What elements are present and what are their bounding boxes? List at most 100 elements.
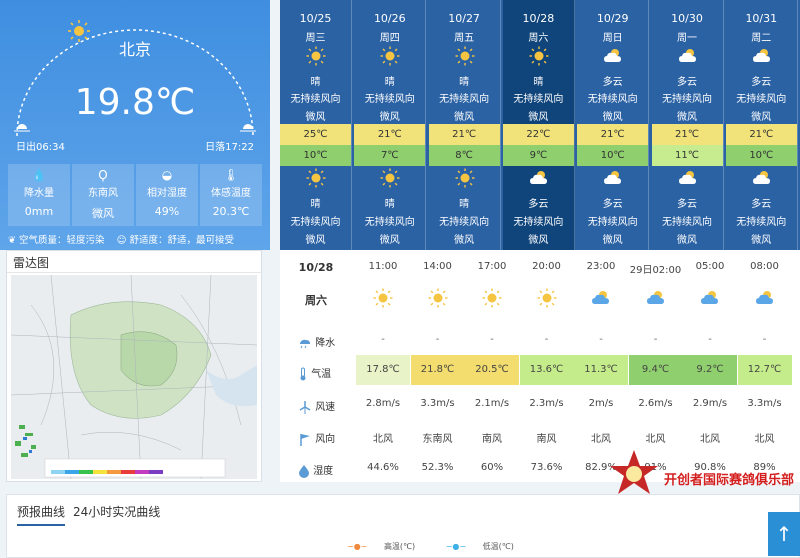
tab-forecast-curve[interactable]: 预报曲线	[17, 503, 66, 526]
forecast-day-6[interactable]: 10/31 周二 多云 无持续风向 微风 21℃ 10℃ 多云 无持续风向 微风	[725, 0, 798, 250]
day-wind: 无持续风向	[439, 94, 490, 105]
day-wind-level: 微风	[379, 112, 400, 123]
radar-map[interactable]	[11, 275, 257, 479]
wind-dir-label: 风向	[280, 430, 352, 446]
forecast-day-1[interactable]: 10/26 周四 晴 无持续风向 微风 21℃ 7℃ 晴 无持续风向 微风	[354, 0, 427, 250]
day-wind-level: 微风	[528, 112, 549, 123]
radar-title: 雷达图	[7, 251, 261, 273]
night-wind: 无持续风向	[439, 217, 490, 228]
high-temp: 22℃	[502, 124, 574, 145]
humidity-drop-icon	[299, 465, 309, 478]
cloudy-icon	[529, 171, 547, 184]
hourly-wind-speed: 2.6m/s	[638, 398, 673, 409]
club-watermark: 开创者国际赛鸽俱乐部	[664, 473, 795, 488]
hourly-precip: -	[435, 334, 440, 345]
precip-label-text: 降水	[315, 338, 336, 349]
forecast-day-3[interactable]: 10/28 周六 晴 无持续风向 微风 22℃ 9℃ 多云 无持续风向 微风	[502, 0, 575, 250]
day-wind: 无持续风向	[662, 94, 712, 105]
tab-24h-curve[interactable]: 24小时实况曲线	[73, 503, 160, 524]
stat-label: 东南风	[88, 188, 118, 199]
hourly-precip: -	[544, 334, 549, 345]
hourly-time: 14:00	[423, 261, 452, 272]
hourly-time: 20:00	[532, 261, 561, 272]
seven-day-forecast: 10/25 周三 晴 无持续风向 微风 25℃ 10℃ 晴 无持续风向 微风 1…	[280, 0, 800, 250]
day-weather: 晴	[310, 77, 321, 88]
hourly-temp: 9.4℃	[628, 355, 683, 385]
temp-label: 气温	[280, 365, 352, 381]
high-temp: 25℃	[280, 124, 351, 145]
wind-vane-icon: Ϙ	[98, 168, 108, 182]
humidity-label-text: 湿度	[313, 466, 334, 477]
legend-high-text: 高温(℃)	[383, 542, 416, 551]
forecast-day-2[interactable]: 10/27 周五 晴 无持续风向 微风 21℃ 8℃ 晴 无持续风向 微风	[428, 0, 501, 250]
comfort-level: 舒适度：舒适，最可接受	[129, 235, 235, 246]
wind-turbine-icon	[299, 401, 311, 414]
low-temp: 11℃	[651, 145, 723, 166]
hourly-wind-speed: 2.3m/s	[529, 398, 564, 409]
night-weather: 多云	[528, 199, 549, 210]
night-wind: 无持续风向	[587, 217, 638, 228]
hourly-time: 23:00	[586, 261, 616, 272]
forecast-day-4[interactable]: 10/29 周日 多云 无持续风向 微风 21℃ 10℃ 多云 无持续风向 微风	[577, 0, 650, 250]
back-to-top-button[interactable]: ↑	[768, 512, 800, 556]
stat-humidity: ◒ 相对湿度 49%	[136, 164, 198, 226]
forecast-date: 10/26	[373, 12, 406, 25]
hourly-wind-speed: 2.9m/s	[692, 398, 728, 409]
night-wind: 无持续风向	[513, 217, 564, 228]
night-weather: 多云	[751, 199, 772, 210]
precip-icon	[300, 339, 310, 349]
air-comfort-row: ❦ 空气质量：轻度污染 ☺ 舒适度：舒适，最可接受	[8, 232, 268, 246]
wind-flag-icon	[300, 434, 310, 446]
hourly-wind-dir: 东南风	[422, 434, 453, 445]
hourly-wind-dir: 南风	[482, 434, 502, 445]
hourly-wind-dir: 北风	[700, 434, 720, 445]
hourly-temp: 9.2℃	[683, 355, 737, 385]
hourly-column-2: 17:00 - 20.5℃ 2.1m/s 南风 60%	[465, 250, 519, 482]
thermometer-icon	[300, 367, 306, 381]
forecast-date: 10/29	[596, 12, 629, 25]
hourly-precip: -	[490, 334, 494, 345]
night-wind-level: 微风	[677, 235, 697, 246]
forecast-day-5[interactable]: 10/30 周一 多云 无持续风向 微风 21℃ 11℃ 多云 无持续风向 微风	[651, 0, 724, 250]
day-wind: 无持续风向	[736, 94, 787, 105]
sunny-icon	[373, 288, 393, 308]
cloudy-icon	[752, 49, 770, 62]
night-wind: 无持续风向	[736, 217, 787, 228]
current-stats: 💧 降水量 0mm Ϙ 东南风 微风 ◒ 相对湿度 49% 🌡 体感温度 20.…	[8, 164, 262, 226]
hourly-temp: 13.6℃	[519, 355, 574, 385]
sunset-time: 日落17:22	[205, 142, 254, 153]
night-wind: 无持续风向	[364, 217, 415, 228]
forecast-date: 10/31	[745, 12, 778, 25]
hourly-precip: -	[653, 334, 658, 345]
radar-map-image	[11, 275, 257, 479]
cloudy-icon	[604, 49, 622, 62]
hourly-row-labels: 10/28 周六 降水 气温 风速 风向 湿度	[280, 250, 352, 482]
hourly-column-3: 20:00 - 13.6℃ 2.3m/s 南风 73.6%	[519, 250, 574, 482]
sunny-icon	[380, 168, 400, 188]
day-weather: 晴	[533, 77, 544, 88]
low-temp: 8℃	[428, 145, 500, 166]
hourly-wind-dir: 北风	[591, 434, 611, 445]
low-temp: 9℃	[502, 145, 574, 166]
forecast-weekday: 周二	[751, 33, 772, 44]
hourly-wind-dir: 北风	[373, 434, 393, 445]
cloudy-icon	[678, 171, 696, 184]
night-weather: 晴	[384, 199, 395, 210]
cloudy-icon	[646, 291, 664, 304]
sunny-icon	[537, 288, 556, 308]
hourly-time: 29日02:00	[629, 265, 682, 276]
forecast-day-0[interactable]: 10/25 周三 晴 无持续风向 微风 25℃ 10℃ 晴 无持续风向 微风	[280, 0, 352, 250]
city-name: 北京	[118, 40, 151, 59]
wind-dir-label-text: 风向	[315, 434, 336, 445]
day-weather: 多云	[602, 77, 623, 88]
cloudy-icon	[678, 49, 696, 62]
hourly-precip: -	[708, 334, 712, 345]
current-conditions-panel: 北京 19.8℃ 日出06:34 日落17:22 💧 降水量 0mm Ϙ 东南风…	[0, 0, 270, 250]
hourly-humidity: 44.6%	[367, 462, 399, 473]
stat-value: 0mm	[24, 205, 54, 218]
low-temp: 7℃	[354, 145, 426, 166]
hourly-wind-speed: 2.1m/s	[474, 398, 510, 409]
cloudy-icon	[701, 291, 718, 304]
forecast-weekday: 周日	[602, 33, 623, 44]
thermometer-icon: 🌡	[223, 168, 239, 182]
